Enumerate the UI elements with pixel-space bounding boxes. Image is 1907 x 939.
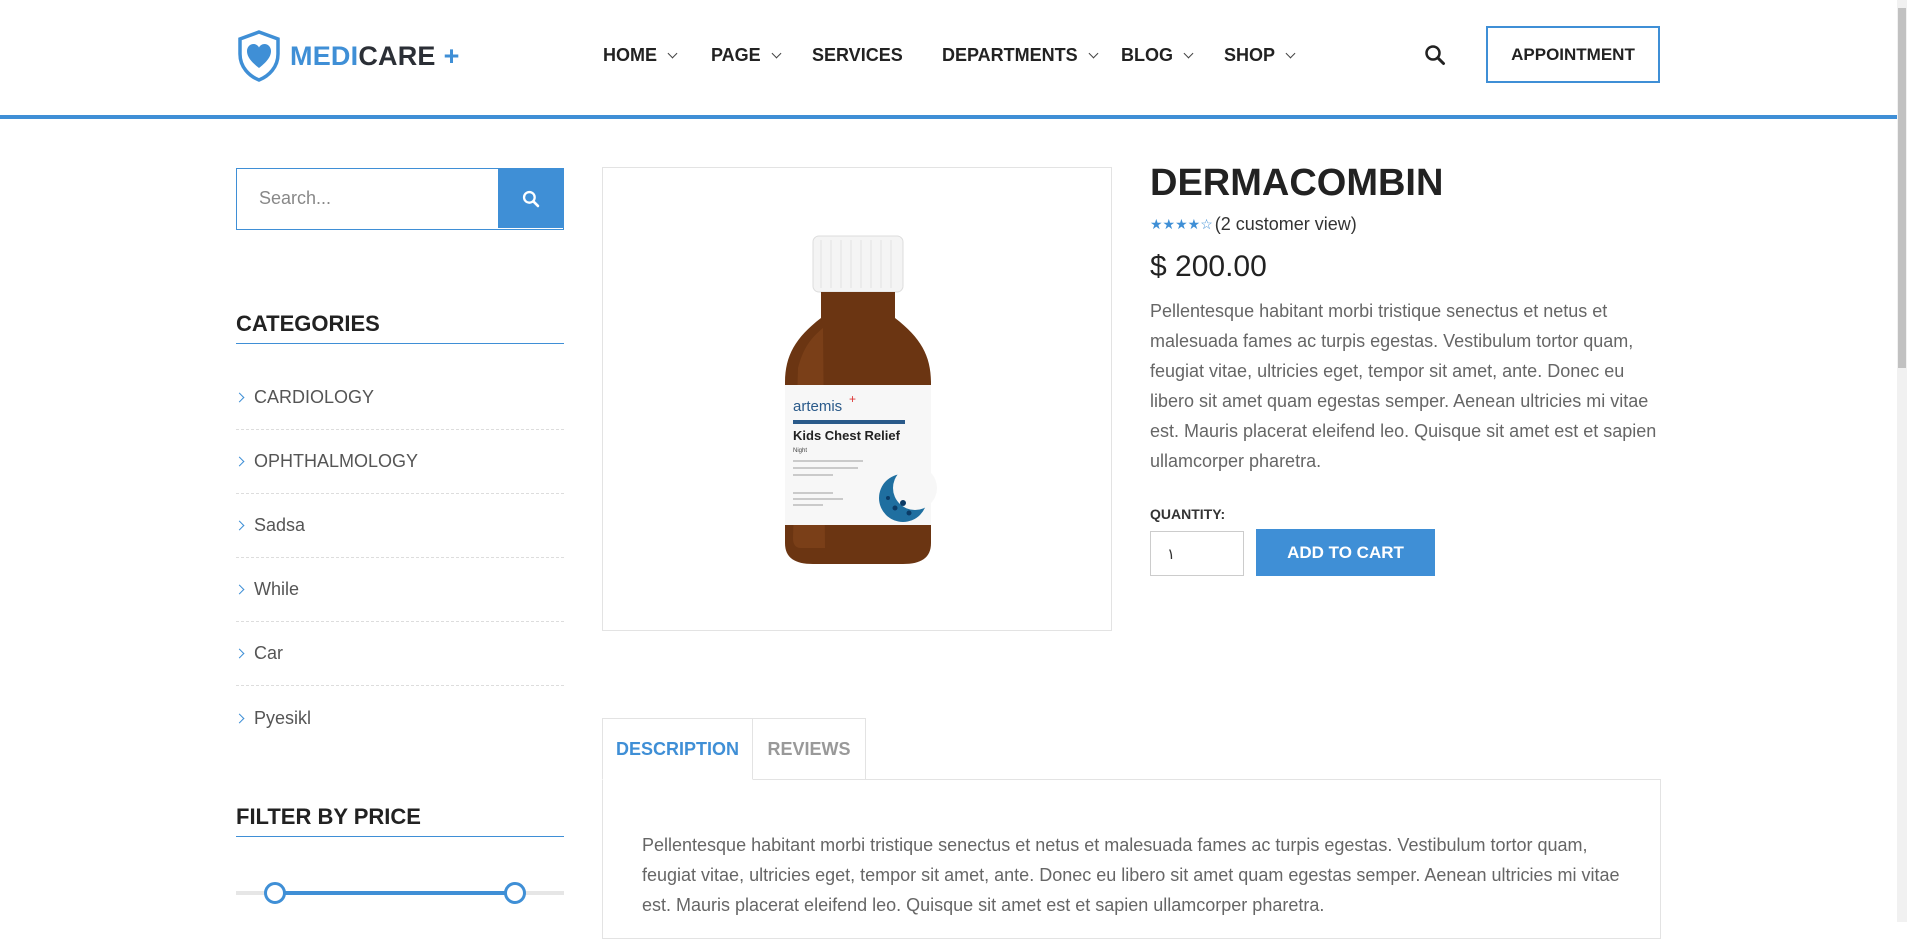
tab-description[interactable]: DESCRIPTION [602, 718, 753, 780]
chevron-right-icon [234, 648, 245, 659]
product-rating: ★★★★☆ (2 customer view) [1150, 214, 1357, 235]
svg-text:Night: Night [793, 448, 807, 454]
search-input[interactable] [237, 169, 499, 228]
category-item[interactable]: Sadsa [234, 494, 564, 558]
filter-price-title: FILTER BY PRICE [236, 804, 564, 837]
svg-text:artemis: artemis [793, 398, 842, 415]
nav-home[interactable]: HOME [603, 44, 678, 66]
search-icon[interactable] [1424, 44, 1446, 66]
category-item[interactable]: Car [234, 622, 564, 686]
chevron-down-icon [1285, 48, 1296, 59]
category-item[interactable]: CARDIOLOGY [234, 366, 564, 430]
product-price: $ 200.00 [1150, 250, 1267, 283]
svg-text:+: + [849, 392, 856, 406]
chevron-right-icon [234, 584, 245, 595]
quantity-label: QUANTITY: [1150, 506, 1226, 522]
category-item[interactable]: Pyesikl [234, 686, 564, 750]
category-item[interactable]: While [234, 558, 564, 622]
chevron-down-icon [1183, 48, 1194, 59]
scrollbar-thumb[interactable] [1898, 8, 1906, 368]
search-icon [522, 190, 539, 207]
price-slider[interactable] [236, 882, 564, 904]
page-scrollbar[interactable] [1897, 0, 1907, 922]
category-list: CARDIOLOGY OPHTHALMOLOGY Sadsa While Car… [234, 366, 564, 750]
svg-text:Kids Chest Relief: Kids Chest Relief [793, 428, 901, 443]
chevron-right-icon [234, 392, 245, 403]
nav-services[interactable]: SERVICES [812, 44, 903, 66]
nav-shop[interactable]: SHOP [1224, 44, 1296, 66]
sidebar-search [236, 168, 564, 230]
product-long-description: Pellentesque habitant morbi tristique se… [642, 835, 1620, 915]
appointment-button[interactable]: APPOINTMENT [1486, 26, 1660, 83]
price-slider-range [275, 891, 515, 895]
tab-panel-description: Pellentesque habitant morbi tristique se… [602, 779, 1661, 939]
chevron-right-icon [234, 456, 245, 467]
rating-stars-icon: ★★★★☆ [1150, 216, 1213, 232]
tab-reviews[interactable]: REVIEWS [753, 718, 866, 780]
product-short-description: Pellentesque habitant morbi tristique se… [1150, 301, 1657, 471]
add-to-cart-button[interactable]: ADD TO CART [1256, 529, 1435, 576]
categories-title: CATEGORIES [236, 311, 564, 344]
nav-page[interactable]: PAGE [711, 44, 782, 66]
site-header: MEDICARE + HOME PAGE SERVICES DEPARTMENTS… [0, 0, 1897, 119]
category-item[interactable]: OPHTHALMOLOGY [234, 430, 564, 494]
shield-heart-icon [238, 30, 280, 82]
chevron-down-icon [771, 48, 782, 59]
chevron-right-icon [234, 520, 245, 531]
product-title: DERMACOMBIN [1150, 162, 1444, 204]
nav-departments[interactable]: DEPARTMENTS [942, 44, 1099, 66]
product-bottle-image: artemis + Kids Chest Relief Night [785, 235, 937, 564]
product-image[interactable]: artemis + Kids Chest Relief Night [602, 167, 1112, 631]
logo-text: MEDICARE + [290, 40, 460, 71]
rating-text[interactable]: (2 customer view) [1215, 214, 1357, 235]
price-slider-max-handle[interactable] [503, 882, 526, 904]
logo[interactable]: MEDICARE + [236, 30, 460, 82]
chevron-right-icon [234, 713, 245, 723]
price-slider-min-handle[interactable] [264, 882, 287, 904]
chevron-down-icon [667, 48, 678, 59]
chevron-down-icon [1088, 48, 1099, 59]
quantity-input[interactable] [1150, 531, 1244, 576]
search-button[interactable] [498, 169, 563, 228]
nav-blog[interactable]: BLOG [1121, 44, 1194, 66]
